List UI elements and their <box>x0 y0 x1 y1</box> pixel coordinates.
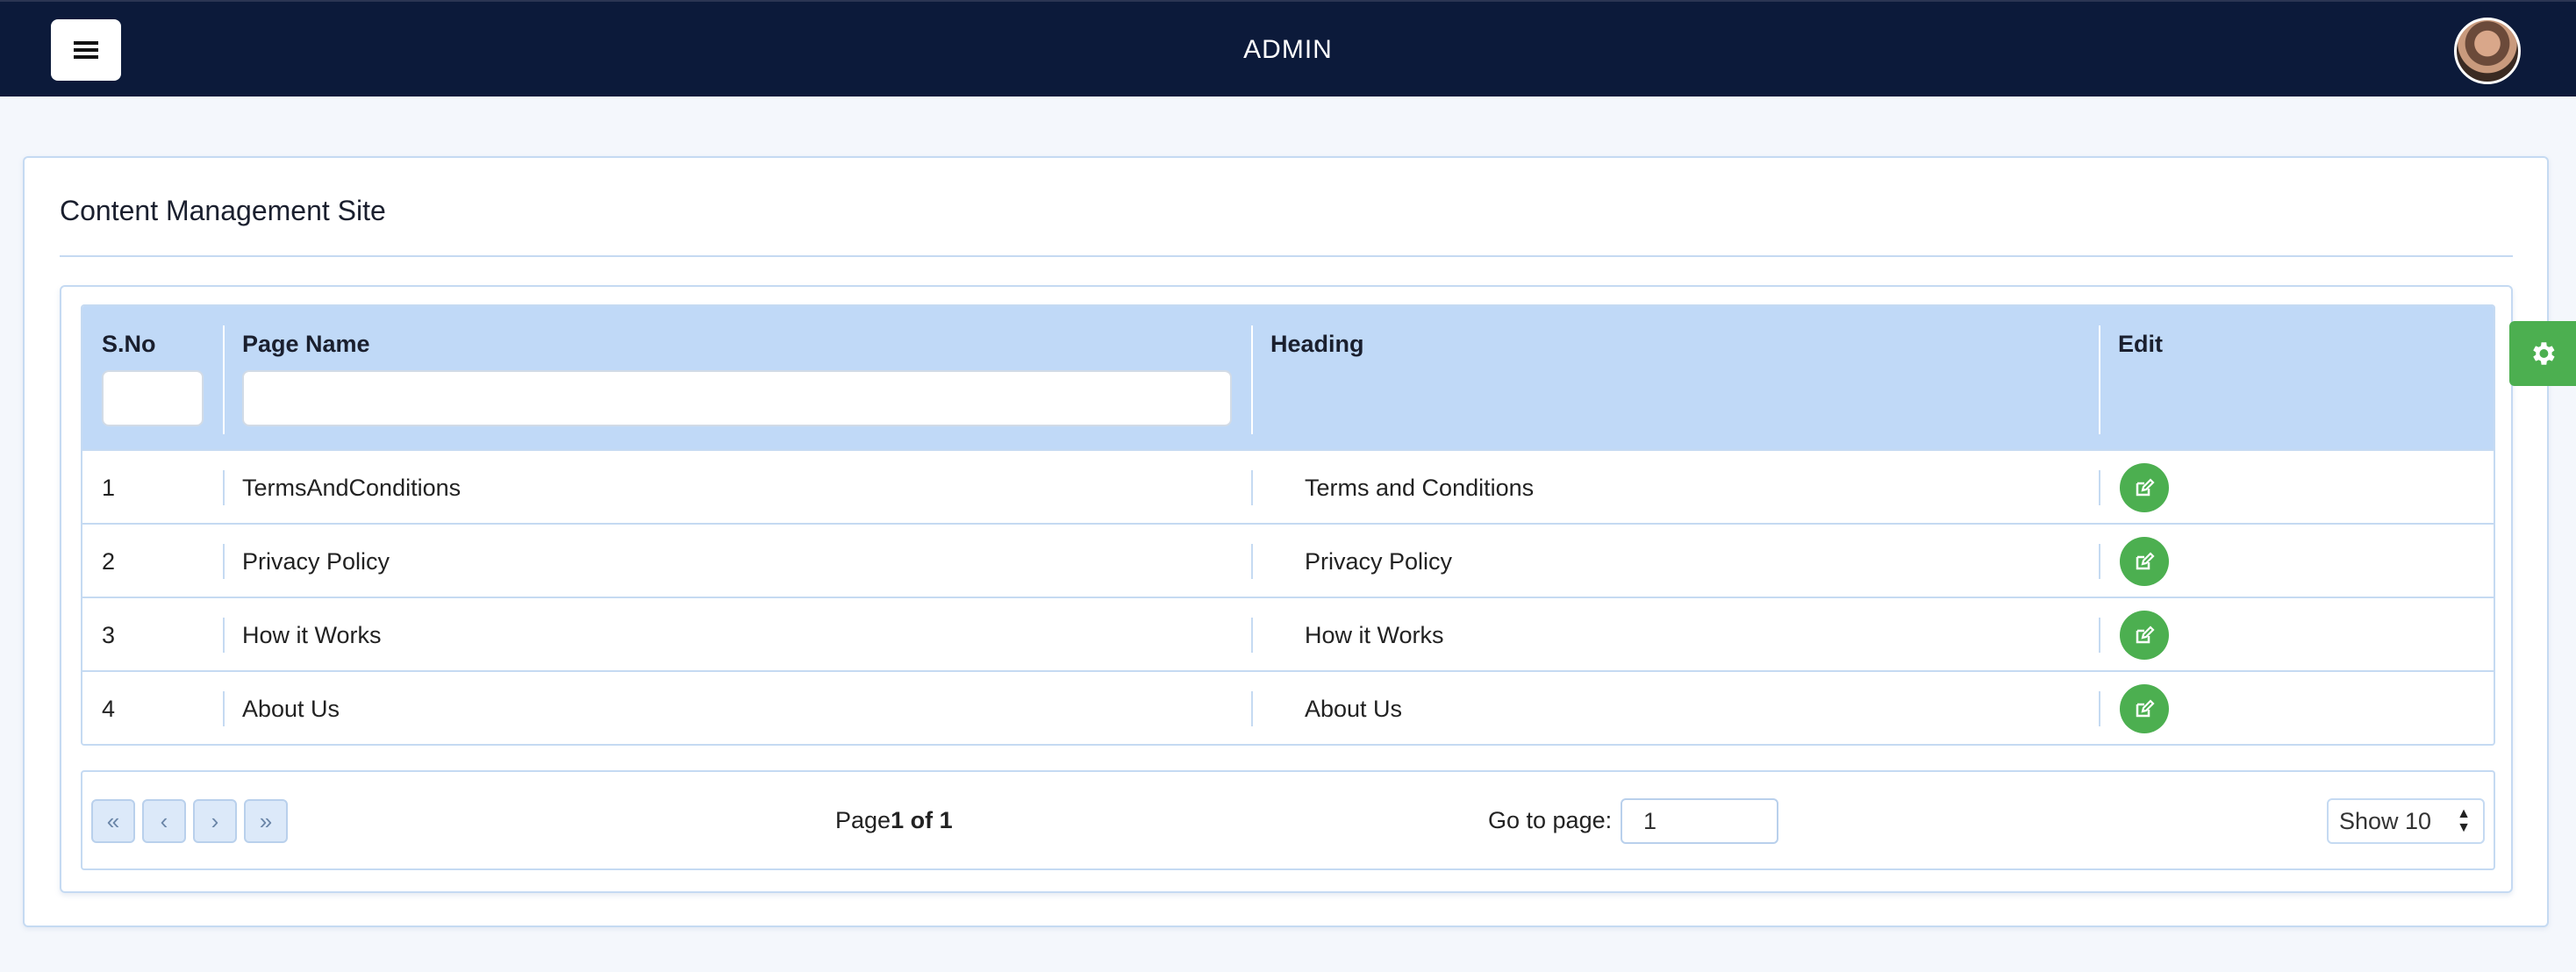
table-row: 1 TermsAndConditions Terms and Condition… <box>82 449 2494 523</box>
cell-separator <box>2099 618 2100 653</box>
edit-icon <box>2136 552 2155 570</box>
page-size-label: Show 10 <box>2339 808 2432 834</box>
edit-button[interactable] <box>2120 611 2169 660</box>
cell-sno: 3 <box>102 622 116 648</box>
column-label-heading: Heading <box>1270 331 1364 357</box>
table-container: S.No Page Name Heading Edit 1 TermsAndCo… <box>60 285 2513 893</box>
edit-icon <box>2136 478 2155 497</box>
cell-heading: Terms and Conditions <box>1305 475 1535 501</box>
page-prefix: Page <box>835 807 891 833</box>
page-name-filter-input[interactable] <box>242 370 1232 426</box>
cell-separator <box>223 618 225 653</box>
previous-page-button[interactable]: ‹ <box>142 799 186 843</box>
column-label-sno: S.No <box>102 331 156 357</box>
next-page-button[interactable]: › <box>193 799 237 843</box>
cell-page-name: About Us <box>242 696 340 722</box>
edit-button[interactable] <box>2120 684 2169 733</box>
page-size-select[interactable]: Show 10 ▲ ▼ <box>2327 798 2485 844</box>
cell-heading: How it Works <box>1305 622 1444 648</box>
edit-icon <box>2136 699 2155 718</box>
table-row: 4 About Us About Us <box>82 670 2494 744</box>
page-indicator: Page1 of 1 <box>835 807 953 834</box>
top-navbar: ADMIN <box>0 0 2576 96</box>
column-header-page-name: Page Name <box>223 306 1251 449</box>
column-header-sno: S.No <box>82 306 223 449</box>
column-label-page-name: Page Name <box>242 331 370 357</box>
gear-icon <box>2533 342 2555 365</box>
first-page-button[interactable]: « <box>91 799 135 843</box>
edit-button[interactable] <box>2120 537 2169 586</box>
cell-separator <box>1251 618 1253 653</box>
cell-separator <box>1251 544 1253 579</box>
app-title: ADMIN <box>1243 35 1333 64</box>
cell-separator <box>1251 470 1253 505</box>
cell-separator <box>223 544 225 579</box>
title-divider <box>60 255 2513 257</box>
column-header-edit: Edit <box>2099 306 2494 449</box>
table-row: 2 Privacy Policy Privacy Policy <box>82 523 2494 597</box>
goto-page-label: Go to page: <box>1488 807 1613 833</box>
cell-separator <box>2099 470 2100 505</box>
page-title: Content Management Site <box>60 195 386 226</box>
cell-separator <box>223 470 225 505</box>
cell-heading: Privacy Policy <box>1305 548 1453 575</box>
edit-icon <box>2136 625 2155 644</box>
cell-separator <box>2099 691 2100 726</box>
cell-separator <box>1251 691 1253 726</box>
column-label-edit: Edit <box>2118 331 2163 357</box>
last-page-button[interactable]: » <box>244 799 288 843</box>
edit-button[interactable] <box>2120 463 2169 512</box>
pagination-bar: « ‹ › » Page1 of 1 Go to page: Show 10 ▲… <box>81 770 2495 870</box>
cell-heading: About Us <box>1305 696 1403 722</box>
cell-separator <box>2099 544 2100 579</box>
goto-page-input[interactable] <box>1621 798 1778 844</box>
cell-sno: 2 <box>102 548 116 575</box>
select-arrows-icon: ▲ ▼ <box>2457 806 2471 835</box>
cell-page-name: TermsAndConditions <box>242 475 462 501</box>
table-header: S.No Page Name Heading Edit <box>82 306 2494 449</box>
table-row: 3 How it Works How it Works <box>82 597 2494 670</box>
pages-table: S.No Page Name Heading Edit 1 TermsAndCo… <box>81 304 2495 746</box>
cell-sno: 1 <box>102 475 116 501</box>
content-card: Content Management Site S.No Page Name H… <box>23 156 2549 927</box>
cell-page-name: Privacy Policy <box>242 548 390 575</box>
cell-separator <box>223 691 225 726</box>
user-avatar[interactable] <box>2454 18 2521 84</box>
sno-filter-input[interactable] <box>102 370 204 426</box>
cell-sno: 4 <box>102 696 116 722</box>
column-header-heading: Heading <box>1251 306 2099 449</box>
settings-button[interactable] <box>2509 321 2576 386</box>
page-status: 1 of 1 <box>891 807 953 833</box>
cell-page-name: How it Works <box>242 622 382 648</box>
